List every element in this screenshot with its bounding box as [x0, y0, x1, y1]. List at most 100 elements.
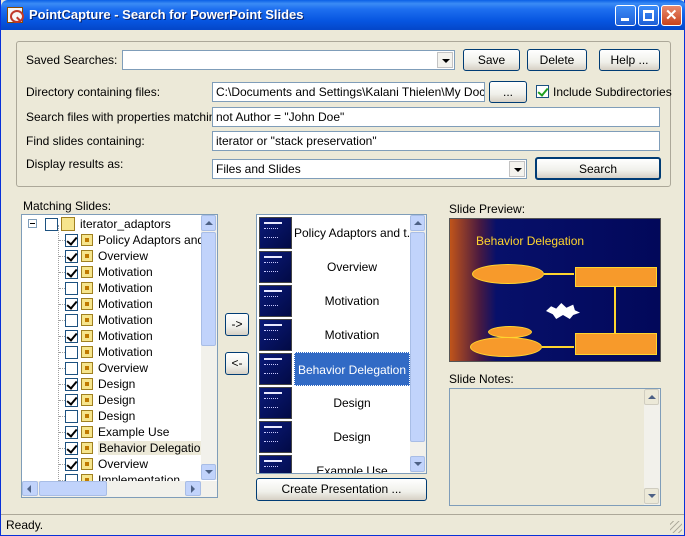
tree-item-checkbox[interactable] [65, 426, 78, 439]
delete-button[interactable]: Delete [527, 49, 587, 71]
tree-item[interactable]: Motivation [22, 264, 202, 280]
tree-item-checkbox[interactable] [65, 442, 78, 455]
display-results-combo[interactable]: Files and Slides [212, 159, 527, 179]
preview-shape [472, 264, 544, 284]
slide-list-item[interactable]: Example Use [258, 454, 410, 474]
tree-vertical-scrollbar[interactable] [201, 215, 217, 480]
slide-list-item[interactable]: Design [258, 386, 410, 420]
tree-item[interactable]: Overview [22, 360, 202, 376]
help-button[interactable]: Help ... [599, 49, 660, 71]
properties-field[interactable]: not Author = "John Doe" [212, 107, 660, 127]
include-subdirectories-checkbox[interactable] [536, 85, 549, 98]
tree-item-label: Example Use [98, 425, 170, 439]
close-button[interactable]: ✕ [661, 5, 682, 26]
tree-item[interactable]: Design [22, 376, 202, 392]
tree-item-label: Motivation [98, 297, 153, 311]
tree-item[interactable]: Design [22, 392, 202, 408]
browse-button[interactable]: ... [489, 81, 527, 103]
collapse-icon[interactable] [28, 219, 37, 228]
saved-searches-combo[interactable] [122, 50, 455, 70]
slide-list-item-label: Example Use [316, 464, 388, 474]
tree-item-checkbox[interactable] [65, 314, 78, 327]
tree-item[interactable]: Motivation [22, 296, 202, 312]
slide-preview: Behavior Delegation [449, 218, 661, 362]
tree-item[interactable]: Policy Adaptors and t [22, 232, 211, 248]
display-results-value: Files and Slides [216, 162, 301, 176]
scroll-up-icon[interactable] [644, 389, 659, 405]
tree-item-checkbox[interactable] [65, 394, 78, 407]
scroll-down-icon[interactable] [644, 488, 659, 504]
tree-item[interactable]: Overview [22, 248, 202, 264]
slide-icon [81, 298, 93, 310]
directory-field[interactable]: C:\Documents and Settings\Kalani Thielen… [212, 82, 485, 102]
tree-item-checkbox[interactable] [65, 346, 78, 359]
tree-item[interactable]: Motivation [22, 328, 202, 344]
scroll-thumb[interactable] [201, 232, 216, 346]
selected-slides-list[interactable]: Policy Adaptors and t... Overview Motivati… [256, 214, 427, 474]
matching-slides-label: Matching Slides: [23, 199, 112, 213]
notes-vertical-scrollbar[interactable] [644, 389, 660, 505]
chevron-down-icon[interactable] [437, 52, 453, 68]
status-text: Ready. [6, 518, 44, 532]
scroll-up-icon[interactable] [201, 215, 216, 231]
tree-item[interactable]: Motivation [22, 344, 202, 360]
slide-list-item[interactable]: Motivation [258, 284, 410, 318]
scroll-thumb[interactable] [410, 232, 425, 442]
save-button[interactable]: Save [463, 49, 520, 71]
slide-list-item[interactable]: Motivation [258, 318, 410, 352]
create-presentation-button[interactable]: Create Presentation ... [256, 478, 427, 501]
tree-item-checkbox[interactable] [65, 330, 78, 343]
slide-icon [81, 250, 93, 262]
slide-icon [81, 442, 93, 454]
slide-list-item[interactable]: Policy Adaptors and t... [258, 216, 410, 250]
tree-item-checkbox[interactable] [65, 250, 78, 263]
slides-vertical-scrollbar[interactable] [410, 215, 426, 473]
maximize-button[interactable] [638, 5, 659, 26]
slide-icon [81, 266, 93, 278]
search-button[interactable]: Search [535, 157, 661, 180]
minimize-button[interactable] [615, 5, 636, 26]
tree-horizontal-scrollbar[interactable] [22, 481, 217, 497]
slide-icon [81, 410, 93, 422]
title-bar[interactable]: PointCapture - Search for PowerPoint Sli… [1, 0, 685, 30]
scroll-left-icon[interactable] [22, 481, 38, 496]
tree-item-checkbox[interactable] [65, 362, 78, 375]
scroll-down-icon[interactable] [201, 464, 216, 480]
tree-item-checkbox[interactable] [65, 378, 78, 391]
find-slides-field[interactable]: iterator or "stack preservation" [212, 131, 660, 151]
tree-item[interactable]: Motivation [22, 312, 202, 328]
slide-list-item[interactable]: Overview [258, 250, 410, 284]
slide-icon [81, 234, 93, 246]
tree-item-label: Motivation [98, 265, 153, 279]
slide-list-item[interactable]: Behavior Delegation [258, 352, 410, 386]
slide-list-item[interactable]: Design [258, 420, 410, 454]
tree-item-label: Motivation [98, 345, 153, 359]
tree-root-checkbox[interactable] [45, 218, 58, 231]
tree-item[interactable]: Overview [22, 456, 202, 472]
slide-list-item-label: Overview [326, 260, 377, 274]
chevron-down-icon[interactable] [509, 161, 525, 177]
tree-item[interactable]: Example Use [22, 424, 202, 440]
slide-thumbnail [259, 421, 292, 453]
scroll-down-icon[interactable] [410, 456, 425, 472]
scroll-right-icon[interactable] [185, 481, 201, 496]
tree-item[interactable]: Behavior Delegation [22, 440, 209, 456]
tree-item-checkbox[interactable] [65, 266, 78, 279]
slide-list-item-label: Design [333, 396, 371, 410]
tree-item-checkbox[interactable] [65, 298, 78, 311]
tree-item-checkbox[interactable] [65, 282, 78, 295]
matching-slides-tree[interactable]: iterator_adaptors Policy Adaptors and t O… [21, 214, 218, 498]
tree-item[interactable]: Design [22, 408, 202, 424]
properties-label: Search files with properties matching: [26, 110, 226, 124]
remove-slide-button[interactable]: <- [225, 352, 249, 375]
slide-notes-box[interactable] [449, 388, 661, 506]
resize-grip-icon[interactable] [670, 521, 682, 533]
horizontal-scroll-thumb[interactable] [39, 481, 107, 496]
scroll-up-icon[interactable] [410, 215, 425, 231]
tree-item-checkbox[interactable] [65, 458, 78, 471]
tree-root[interactable]: iterator_adaptors [22, 216, 202, 232]
tree-item-checkbox[interactable] [65, 410, 78, 423]
add-slide-button[interactable]: -> [225, 313, 249, 336]
tree-item-checkbox[interactable] [65, 234, 78, 247]
tree-item[interactable]: Motivation [22, 280, 202, 296]
